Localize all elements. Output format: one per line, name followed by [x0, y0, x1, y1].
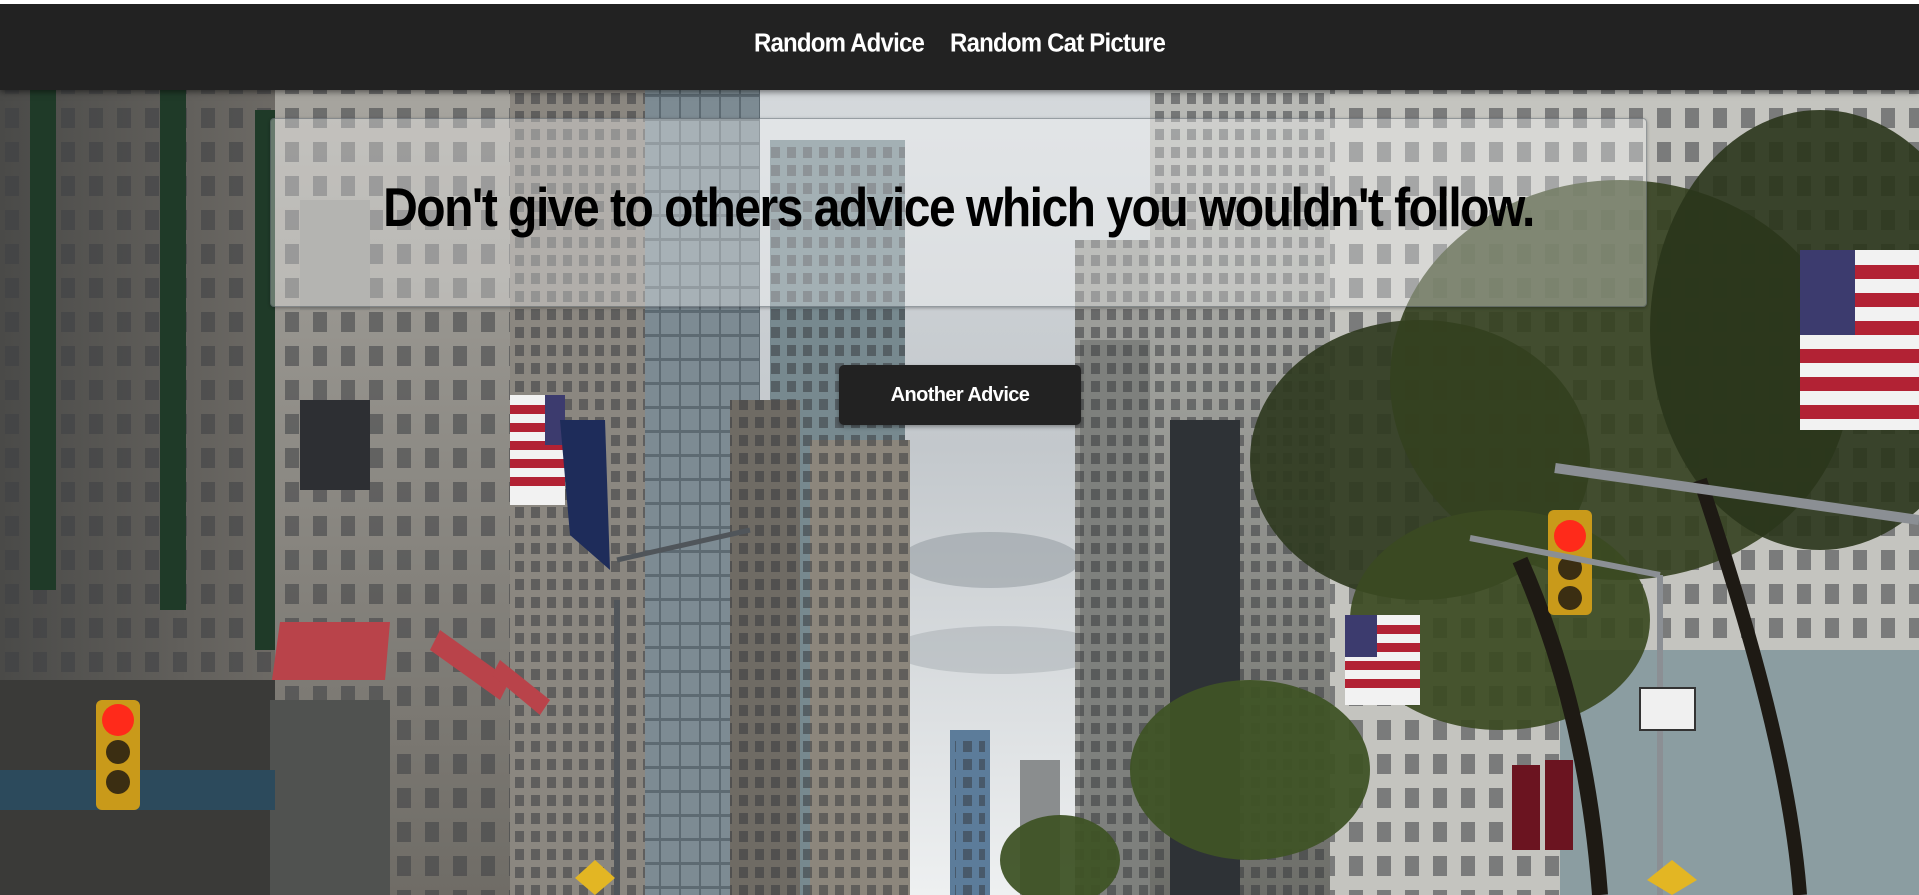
- nav-link-random-cat-picture[interactable]: Random Cat Picture: [950, 29, 1166, 59]
- another-advice-button[interactable]: Another Advice: [839, 365, 1081, 425]
- top-navbar: Random Advice Random Cat Picture: [0, 0, 1919, 90]
- nav-link-random-advice[interactable]: Random Advice: [754, 29, 925, 59]
- advice-text: Don't give to others advice which you wo…: [383, 178, 1535, 239]
- advice-card: Don't give to others advice which you wo…: [270, 118, 1647, 307]
